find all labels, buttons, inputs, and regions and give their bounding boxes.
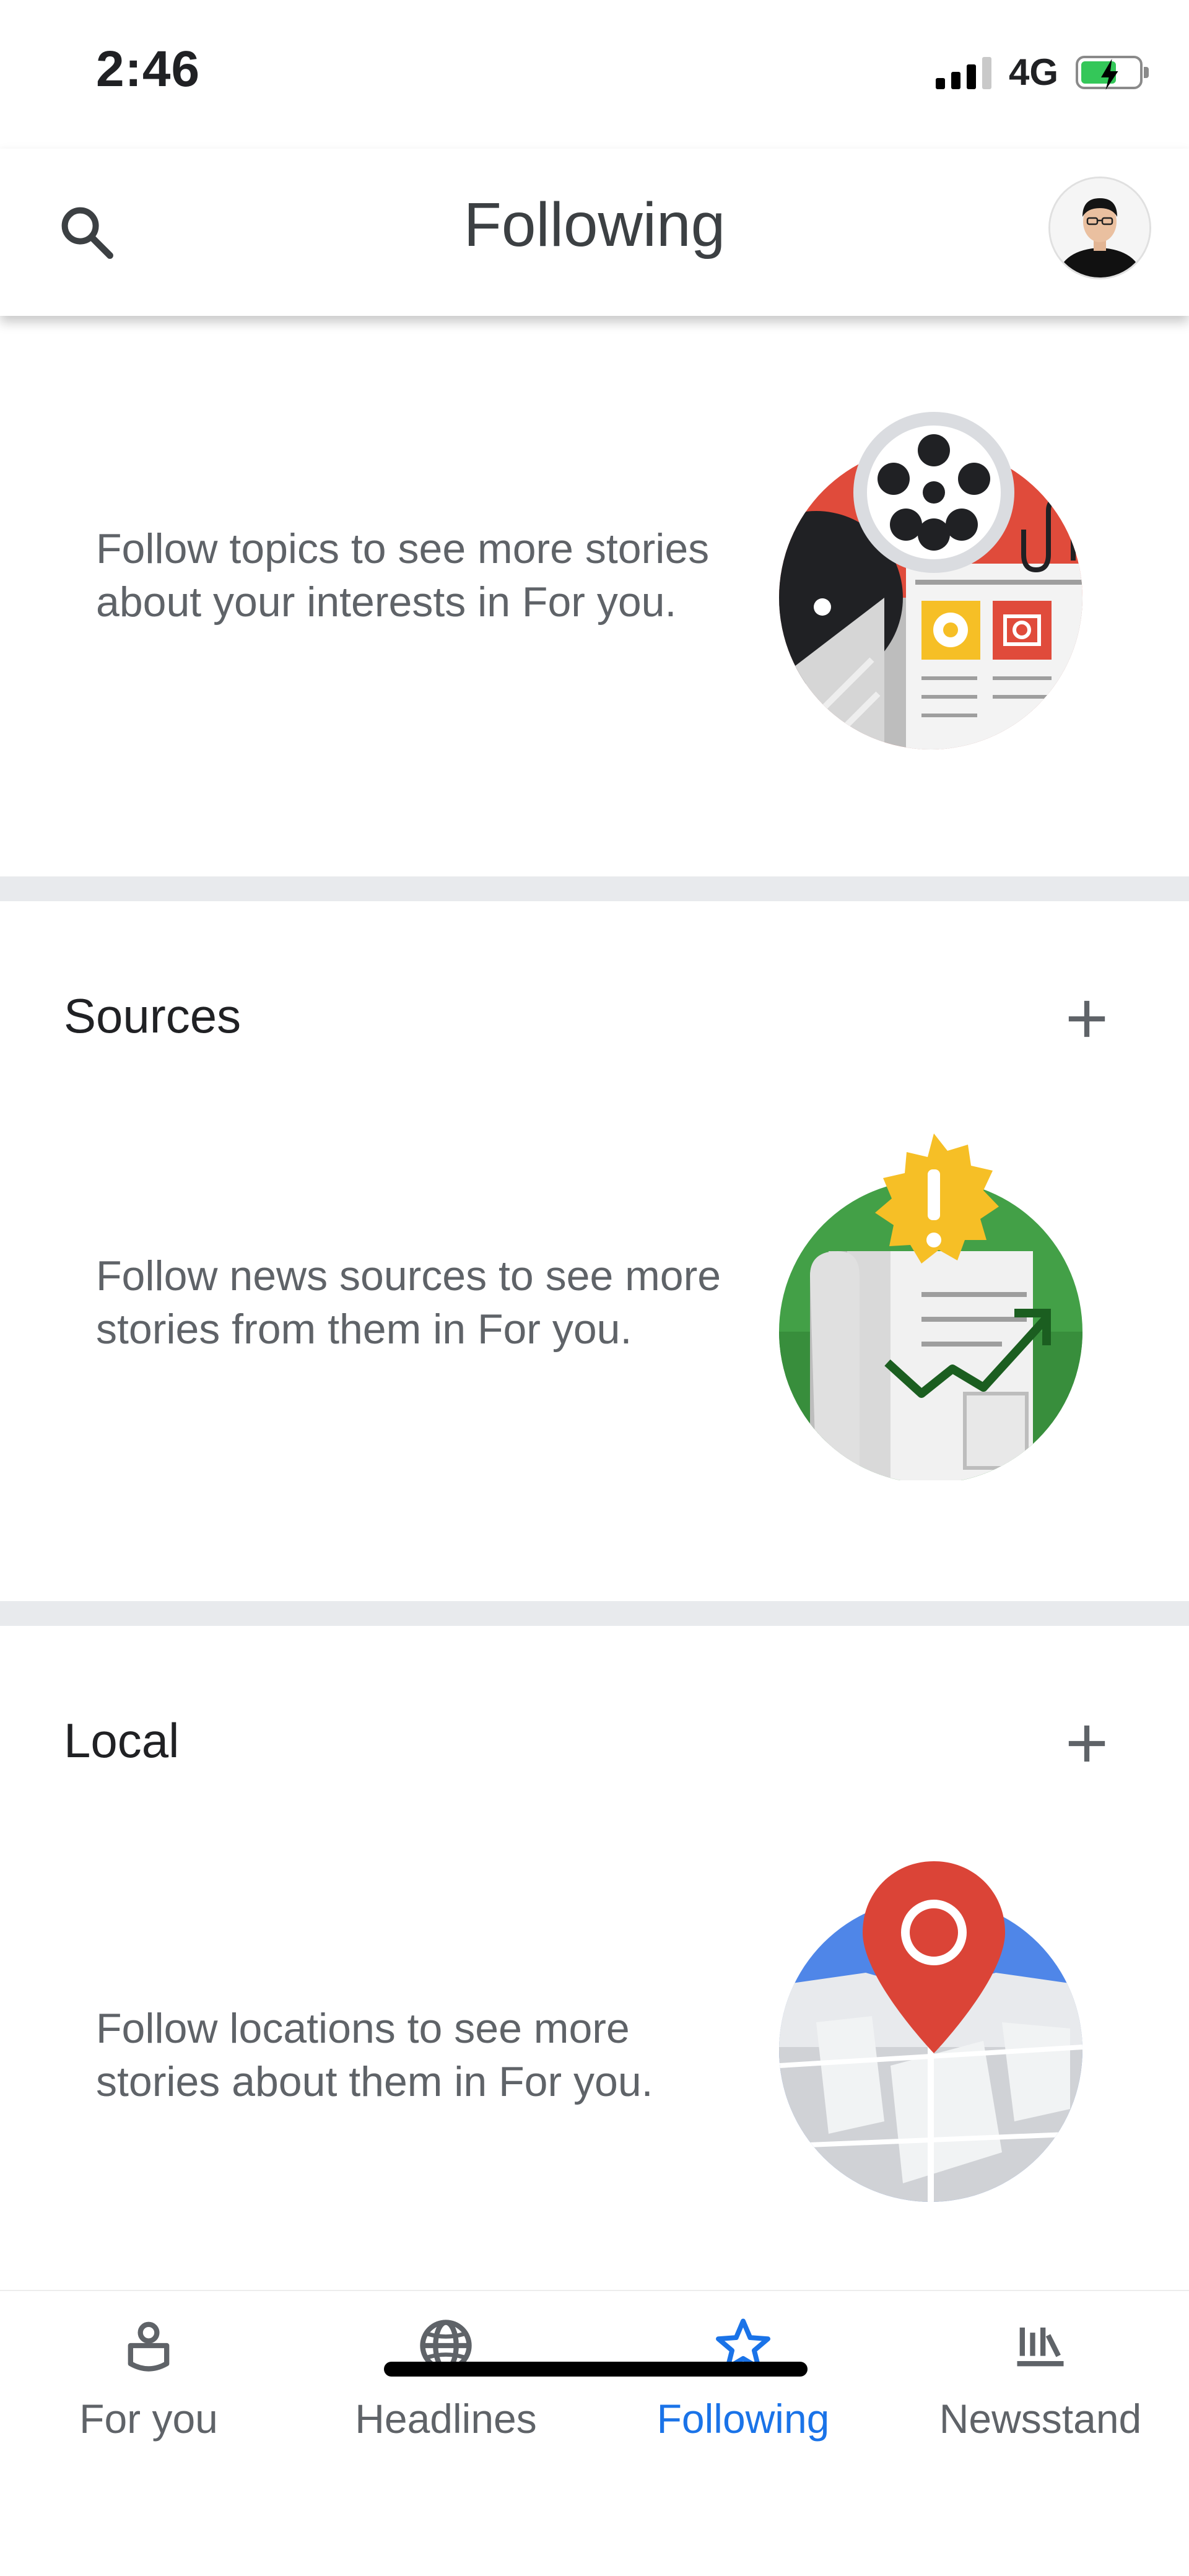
bottom-navigation: For you Headlines Following Newsstand: [0, 2290, 1189, 2576]
status-time: 2:46: [96, 41, 201, 97]
plus-icon: [1068, 1000, 1105, 1037]
topics-description: Follow topics to see more stories about …: [96, 525, 710, 626]
local-description: Follow locations to see more stories abo…: [96, 2005, 653, 2105]
sources-description: Follow news sources to see more stories …: [96, 1252, 721, 1353]
for-you-icon: [128, 2321, 170, 2372]
add-location-button[interactable]: [1056, 1713, 1118, 1775]
sources-card: Sources Follow news sources to see more …: [0, 901, 1189, 1601]
section-divider: [0, 876, 1189, 901]
profile-photo: [1050, 178, 1149, 277]
nav-label: Following: [656, 2396, 830, 2442]
nav-label: Newsstand: [939, 2396, 1142, 2442]
nav-label: For you: [79, 2396, 218, 2442]
nav-label: Headlines: [355, 2396, 537, 2442]
status-bar: 2:46 4G: [0, 0, 1189, 149]
sources-illustration: [779, 1133, 1082, 1480]
section-divider: [0, 1601, 1189, 1626]
local-title: Local: [64, 1713, 180, 1768]
plus-icon: [1068, 1725, 1105, 1762]
nav-for-you[interactable]: For you: [0, 2291, 297, 2477]
signal-icon: [935, 56, 991, 89]
nav-following[interactable]: Following: [594, 2291, 892, 2477]
newsstand-icon: [1017, 2327, 1064, 2367]
page-title: Following: [463, 190, 726, 260]
nav-newsstand[interactable]: Newsstand: [892, 2291, 1189, 2477]
app-header: Following: [0, 149, 1189, 316]
add-source-button[interactable]: [1056, 988, 1118, 1050]
avatar[interactable]: [1048, 177, 1151, 279]
local-card: Local Follow locations to see more stori…: [0, 1626, 1189, 2290]
topics-illustration: [779, 412, 1082, 749]
status-indicators: 4G: [935, 51, 1149, 94]
home-indicator[interactable]: [384, 2362, 808, 2377]
sources-title: Sources: [64, 989, 242, 1043]
topics-card: Follow topics to see more stories about …: [0, 316, 1189, 876]
battery-icon: [1076, 55, 1149, 90]
local-illustration: [779, 1861, 1082, 2202]
network-type: 4G: [1008, 51, 1058, 93]
nav-headlines[interactable]: Headlines: [297, 2291, 594, 2477]
